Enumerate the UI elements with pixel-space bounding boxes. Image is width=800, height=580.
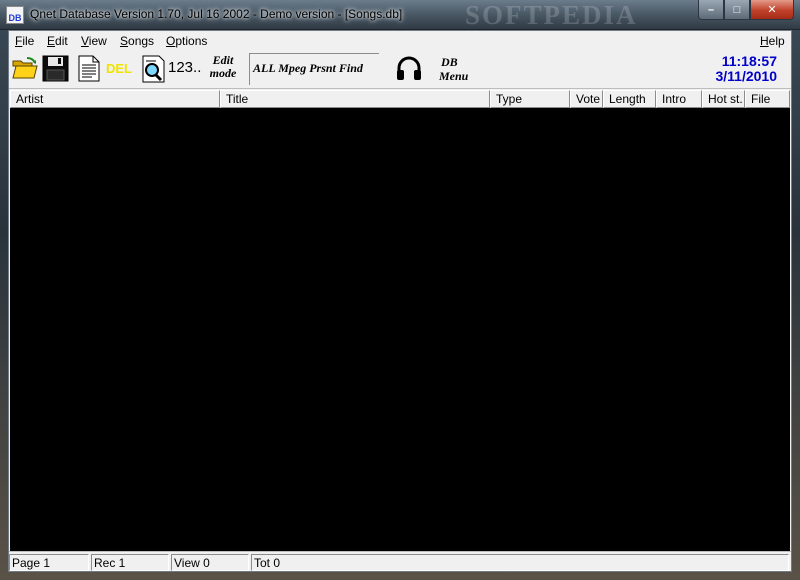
column-header-type[interactable]: Type (490, 90, 570, 108)
status-bar: Page 1 Rec 1 View 0 Tot 0 (9, 551, 791, 571)
toolbar: DEL 123.. Edit mode ALL Mpeg Prsnt Find … (9, 51, 791, 89)
column-header-intro[interactable]: Intro (656, 90, 702, 108)
menu-songs-label: ongs (128, 34, 155, 48)
status-page: Page 1 (9, 554, 89, 571)
songs-grid[interactable] (10, 108, 790, 551)
edit-mode-line2: mode (209, 66, 237, 80)
menu-view-label: iew (88, 34, 107, 48)
save-disk-icon[interactable] (42, 55, 69, 82)
menu-options-hotkey: O (166, 34, 176, 48)
minimize-button[interactable]: – (698, 0, 724, 20)
filter-buttons[interactable]: ALL Mpeg Prsnt Find (253, 61, 363, 76)
menu-view[interactable]: View (81, 34, 107, 48)
menu-edit-hotkey: E (47, 34, 56, 48)
column-header-vote[interactable]: Vote (570, 90, 603, 108)
window-title: Qnet Database Version 1.70, Jul 16 2002 … (30, 7, 403, 21)
window-controls: – □ ✕ (698, 0, 794, 20)
menu-edit-label: dit (55, 34, 68, 48)
status-tot: Tot 0 (251, 554, 789, 571)
status-rec: Rec 1 (91, 554, 169, 571)
column-header-title[interactable]: Title (220, 90, 490, 108)
db-menu-button[interactable]: DB Menu (439, 55, 468, 83)
maximize-icon: □ (733, 3, 741, 16)
menu-help-hotkey: H (760, 34, 769, 48)
search-magnifier-icon[interactable] (142, 55, 166, 83)
menu-songs-hotkey: S (120, 34, 129, 48)
db-menu-line2: Menu (439, 69, 469, 83)
title-bar[interactable]: DB Qnet Database Version 1.70, Jul 16 20… (0, 0, 800, 30)
app-db-icon[interactable]: DB (6, 6, 24, 24)
close-icon: ✕ (767, 4, 777, 16)
clock-time: 11:18:57 (721, 53, 777, 69)
menu-help[interactable]: Help (760, 34, 785, 48)
open-folder-icon[interactable] (12, 57, 38, 79)
menu-options-label: ptions (175, 34, 208, 48)
menu-songs[interactable]: Songs (120, 34, 154, 48)
minimize-icon: – (707, 3, 715, 16)
menu-options[interactable]: Options (166, 34, 207, 48)
menu-help-label: elp (768, 34, 785, 48)
menu-view-hotkey: V (81, 34, 89, 48)
headphones-icon[interactable] (396, 56, 422, 82)
close-button[interactable]: ✕ (750, 0, 794, 20)
menu-file-label: ile (22, 34, 35, 48)
column-header-hot-start[interactable]: Hot st. (702, 90, 745, 108)
menu-file[interactable]: File (15, 34, 34, 48)
softpedia-watermark: SOFTPEDIA (465, 0, 638, 30)
menu-bar: File Edit View Songs Options Help (9, 31, 791, 51)
menu-edit[interactable]: Edit (47, 34, 68, 48)
main-window-client: File Edit View Songs Options Help DEL 12… (8, 30, 792, 572)
edit-mode-button[interactable]: Edit mode (201, 54, 245, 80)
clock-date: 3/11/2010 (715, 68, 777, 84)
column-header-artist[interactable]: Artist (10, 90, 220, 108)
maximize-button[interactable]: □ (724, 0, 750, 20)
songs-table-header: Artist Title Type Vote Length Intro Hot … (10, 90, 790, 108)
document-icon[interactable] (78, 55, 100, 82)
clock-display: 11:18:57 3/11/2010 (715, 54, 777, 84)
status-view: View 0 (171, 554, 249, 571)
column-header-length[interactable]: Length (603, 90, 656, 108)
record-count-button[interactable]: 123.. (168, 59, 201, 76)
delete-button[interactable]: DEL (106, 61, 132, 76)
column-header-file[interactable]: File (745, 90, 790, 108)
db-menu-line1: DB (441, 55, 458, 69)
